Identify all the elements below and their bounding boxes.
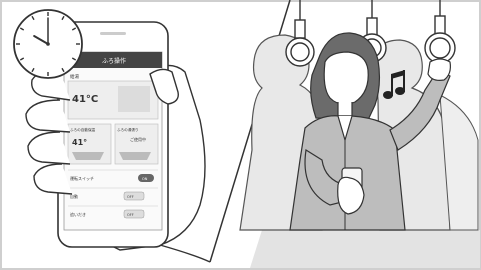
bath-left-label: ふろの自動保温 <box>70 127 96 132</box>
bath-right-value: ご使用中 <box>130 136 146 142</box>
bath-right-label: ふろの湯張り <box>117 127 139 132</box>
temp-value: 41°C <box>72 94 98 105</box>
app-title: ふろ操作 <box>102 57 126 65</box>
illustration: ‹ ふろ操作 給湯 41°C ふろの自動保温 41° ふろの湯張り ご使用中 運… <box>0 0 481 270</box>
bathtub-icon-left <box>72 152 104 160</box>
faucet-illustration <box>118 86 150 112</box>
woman-hand-strap <box>427 58 451 81</box>
bath-left-value: 41° <box>72 138 87 147</box>
row-reheat-label: 追いだき <box>70 211 86 217</box>
illustration-canvas: ‹ ふろ操作 給湯 41°C ふろの自動保温 41° ふろの湯張り ご使用中 運… <box>0 0 481 270</box>
auto-toggle-state: OFF <box>127 195 134 199</box>
bathtub-icon-right <box>119 152 151 160</box>
reheat-toggle-state: OFF <box>127 213 134 217</box>
power-toggle-state: ON <box>142 177 148 181</box>
clock-icon <box>13 9 83 79</box>
woman-face <box>323 51 369 105</box>
floor-band <box>250 230 480 268</box>
woman-neck <box>337 102 353 117</box>
temp-section-title: 給湯 <box>70 73 79 80</box>
switch-label: 運転スイッチ <box>70 175 94 181</box>
phone-speaker <box>100 32 126 35</box>
